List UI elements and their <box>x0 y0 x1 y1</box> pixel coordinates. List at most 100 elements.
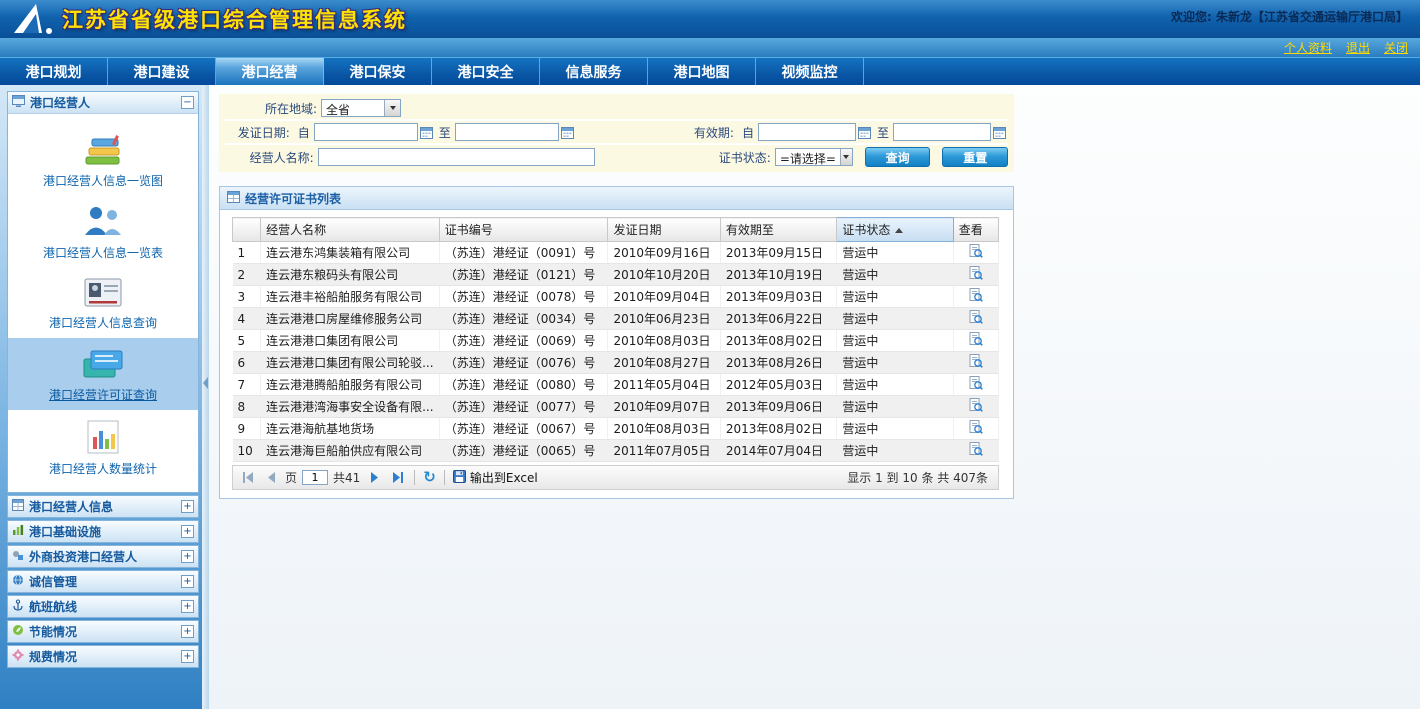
table-row[interactable]: 6 连云港港口集团有限公司轮驳... （苏连）港经证（0076）号 2010年0… <box>233 352 999 374</box>
view-detail-icon[interactable] <box>969 376 983 393</box>
expand-button[interactable]: + <box>181 600 194 613</box>
sidebar-panel-foreign-investment-operators: 外商投资港口经营人 + <box>7 545 199 568</box>
operator-name-input[interactable] <box>318 148 596 166</box>
view-detail-icon[interactable] <box>969 442 983 459</box>
calendar-icon[interactable] <box>993 126 1006 139</box>
collapsed-panel-header[interactable]: 节能情况 + <box>8 621 198 642</box>
app-header: 江苏省省级港口综合管理信息系统 欢迎您: 朱新龙【江苏省交通运输厅港口局】 <box>0 0 1420 38</box>
books-icon <box>8 133 198 167</box>
tab-port-construction[interactable]: 港口建设 <box>108 58 216 85</box>
form-row-dates: 发证日期: 自 至 有效期: 自 <box>225 121 1008 145</box>
view-detail-icon[interactable] <box>969 332 983 349</box>
tab-info-service[interactable]: 信息服务 <box>540 58 648 85</box>
tab-port-security[interactable]: 港口保安 <box>324 58 432 85</box>
sidebar-item-operator-info-query[interactable]: 港口经营人信息查询 <box>8 268 198 338</box>
collapsed-panel-header[interactable]: 港口基础设施 + <box>8 521 198 542</box>
valid-to-cell: 2013年09月15日 <box>720 242 836 264</box>
expand-button[interactable]: + <box>181 525 194 538</box>
valid-to-header[interactable]: 有效期至 <box>720 218 836 242</box>
validity-to-input[interactable] <box>893 123 991 141</box>
region-select[interactable]: 全省 <box>321 99 401 117</box>
expand-button[interactable]: + <box>181 500 194 513</box>
expand-button[interactable]: + <box>181 575 194 588</box>
view-detail-icon[interactable] <box>969 420 983 437</box>
collapsed-panel-title: 规费情况 <box>29 648 176 665</box>
tab-port-operation[interactable]: 港口经营 <box>216 58 324 85</box>
table-row[interactable]: 8 连云港港湾海事安全设备有限... （苏连）港经证（0077）号 2010年0… <box>233 396 999 418</box>
table-row[interactable]: 9 连云港海航基地货场 （苏连）港经证（0067）号 2010年08月03日 2… <box>233 418 999 440</box>
collapsed-panel-header[interactable]: 外商投资港口经营人 + <box>8 546 198 567</box>
next-page-icon[interactable] <box>365 469 383 487</box>
collapsed-panel-title: 诚信管理 <box>29 573 176 590</box>
table-row[interactable]: 5 连云港港口集团有限公司 （苏连）港经证（0069）号 2010年08月03日… <box>233 330 999 352</box>
table-row[interactable]: 7 连云港港腾船舶服务有限公司 （苏连）港经证（0080）号 2011年05月0… <box>233 374 999 396</box>
table-row[interactable]: 1 连云港东鸿集装箱有限公司 （苏连）港经证（0091）号 2010年09月16… <box>233 242 999 264</box>
view-detail-icon[interactable] <box>969 244 983 261</box>
pagination-bar: 页 共41 ↻ <box>232 465 999 490</box>
status-select[interactable]: =请选择= <box>775 148 853 166</box>
cert-no-header[interactable]: 证书编号 <box>439 218 608 242</box>
sidebar-panel-title: 港口经营人 <box>30 94 176 111</box>
sidebar-item-operator-overview-table[interactable]: 港口经营人信息一览表 <box>8 196 198 268</box>
tab-port-safety[interactable]: 港口安全 <box>432 58 540 85</box>
people-icon <box>8 205 198 239</box>
calendar-icon[interactable] <box>561 126 574 139</box>
calendar-icon[interactable] <box>420 126 433 139</box>
issue-date-to-input[interactable] <box>455 123 559 141</box>
tab-port-map[interactable]: 港口地图 <box>648 58 756 85</box>
refresh-icon[interactable]: ↻ <box>423 470 436 485</box>
collapsed-panel-header[interactable]: 规费情况 + <box>8 646 198 667</box>
expand-button[interactable]: + <box>181 550 194 563</box>
first-page-icon[interactable] <box>239 469 257 487</box>
sidebar-item-operator-count-stats[interactable]: 港口经营人数量统计 <box>8 410 198 484</box>
issue-date-cell: 2010年06月23日 <box>608 308 720 330</box>
export-excel-button[interactable]: 输出到Excel <box>453 469 538 486</box>
sidebar-item-operator-overview-map[interactable]: 港口经营人信息一览图 <box>8 124 198 196</box>
operator-name-cell: 连云港东鸿集装箱有限公司 <box>261 242 440 264</box>
table-row[interactable]: 10 连云港海巨船舶供应有限公司 （苏连）港经证（0065）号 2011年07月… <box>233 440 999 462</box>
status-header[interactable]: 证书状态 <box>837 218 953 242</box>
tab-video-monitor[interactable]: 视频监控 <box>756 58 864 85</box>
collapsed-panel-header[interactable]: 港口经营人信息 + <box>8 496 198 517</box>
to-label: 至 <box>877 124 889 141</box>
valid-to-cell: 2013年08月02日 <box>720 418 836 440</box>
issue-date-header[interactable]: 发证日期 <box>608 218 720 242</box>
tab-port-planning[interactable]: 港口规划 <box>0 58 108 85</box>
view-detail-icon[interactable] <box>969 288 983 305</box>
collapsed-panel-header[interactable]: 诚信管理 + <box>8 571 198 592</box>
row-number: 3 <box>233 286 261 308</box>
view-detail-icon[interactable] <box>969 310 983 327</box>
sidebar-splitter[interactable] <box>202 85 209 709</box>
operator-name-header[interactable]: 经营人名称 <box>261 218 440 242</box>
view-detail-icon[interactable] <box>969 354 983 371</box>
export-excel-label: 输出到Excel <box>470 469 538 486</box>
sidebar-panel-header[interactable]: 港口经营人 − <box>8 92 198 113</box>
issue-date-cell: 2011年05月04日 <box>608 374 720 396</box>
expand-button[interactable]: + <box>181 650 194 663</box>
splitter-collapse-icon[interactable] <box>203 377 208 389</box>
prev-page-icon[interactable] <box>262 469 280 487</box>
logout-link[interactable]: 退出 <box>1346 39 1370 56</box>
last-page-icon[interactable] <box>388 469 406 487</box>
view-detail-icon[interactable] <box>969 266 983 283</box>
table-row[interactable]: 3 连云港丰裕船舶服务有限公司 （苏连）港经证（0078）号 2010年09月0… <box>233 286 999 308</box>
issue-date-from-input[interactable] <box>314 123 418 141</box>
profile-link[interactable]: 个人资料 <box>1284 39 1332 56</box>
reset-button[interactable]: 重置 <box>942 147 1008 167</box>
status-select-value: =请选择= <box>776 149 840 165</box>
table-row[interactable]: 4 连云港港口房屋维修服务公司 （苏连）港经证（0034）号 2010年06月2… <box>233 308 999 330</box>
table-row[interactable]: 2 连云港东粮码头有限公司 （苏连）港经证（0121）号 2010年10月20日… <box>233 264 999 286</box>
operator-name-cell: 连云港港口集团有限公司轮驳... <box>261 352 440 374</box>
view-detail-icon[interactable] <box>969 398 983 415</box>
valid-to-cell: 2013年08月02日 <box>720 330 836 352</box>
page-number-input[interactable] <box>302 470 328 485</box>
operator-name-label: 经营人名称: <box>225 149 318 166</box>
query-button[interactable]: 查询 <box>865 147 931 167</box>
collapsed-panel-header[interactable]: 航班航线 + <box>8 596 198 617</box>
close-link[interactable]: 关闭 <box>1384 39 1408 56</box>
expand-button[interactable]: + <box>181 625 194 638</box>
sidebar-item-operation-license-query[interactable]: 港口经营许可证查询 <box>8 338 198 410</box>
validity-from-input[interactable] <box>758 123 856 141</box>
collapse-button[interactable]: − <box>181 96 194 109</box>
calendar-icon[interactable] <box>858 126 871 139</box>
